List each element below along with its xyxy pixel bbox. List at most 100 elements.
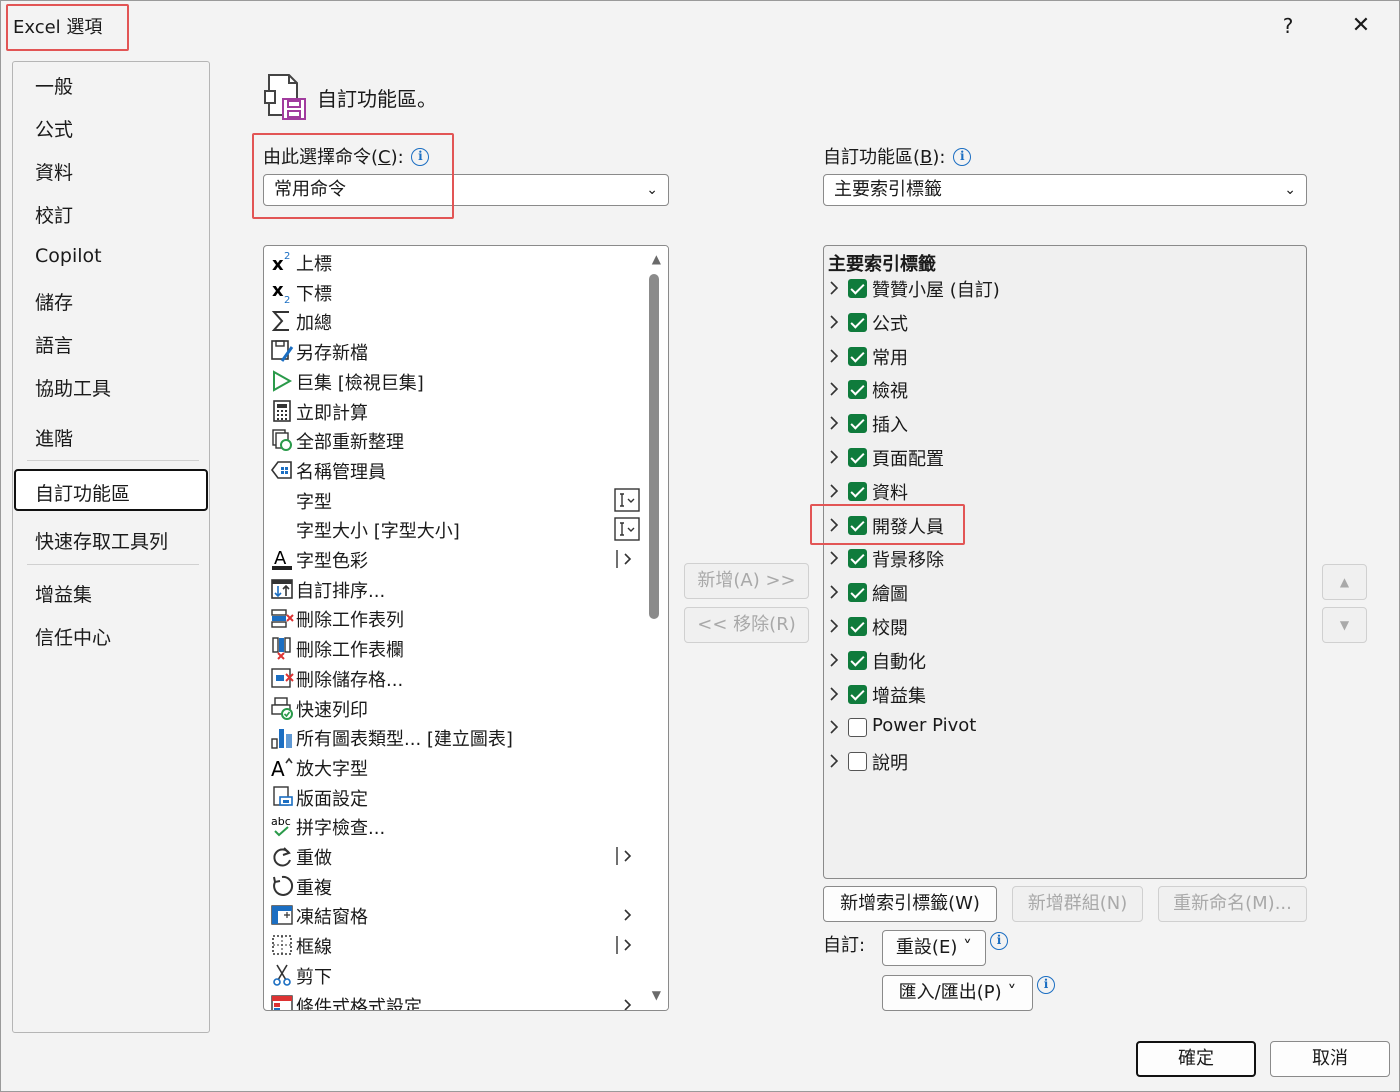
command-list-item[interactable]: x 2 下標 bbox=[268, 278, 648, 306]
new-group-button[interactable]: 新增群組(N) bbox=[1012, 886, 1143, 922]
ribbon-tab-item[interactable]: 背景移除 bbox=[828, 544, 1298, 574]
ribbon-tab-item[interactable]: 繪圖 bbox=[828, 578, 1298, 608]
command-list-item[interactable]: 名稱管理員 bbox=[268, 456, 648, 484]
chevron-right-icon[interactable] bbox=[828, 581, 842, 607]
chevron-right-icon[interactable] bbox=[828, 750, 842, 776]
command-list-item[interactable]: x 2 上標 bbox=[268, 248, 648, 276]
checkbox-checked[interactable] bbox=[848, 549, 867, 569]
command-list-item[interactable]: 重複 bbox=[268, 872, 648, 900]
checkbox-checked[interactable] bbox=[848, 414, 867, 434]
scroll-thumb[interactable] bbox=[649, 274, 659, 619]
checkbox-checked[interactable] bbox=[848, 684, 867, 704]
ribbon-tab-item[interactable]: 頁面配置 bbox=[828, 443, 1298, 473]
sidebar-item-general[interactable]: 一般 bbox=[35, 72, 73, 99]
rename-button[interactable]: 重新命名(M)... bbox=[1158, 886, 1307, 922]
checkbox-checked[interactable] bbox=[848, 448, 867, 467]
scroll-up-icon[interactable]: ▲ bbox=[652, 252, 661, 266]
cancel-button[interactable]: 取消 bbox=[1270, 1041, 1390, 1077]
command-list-item[interactable]: 快速列印 bbox=[268, 694, 648, 722]
ribbon-tab-item[interactable]: 說明 bbox=[828, 747, 1298, 777]
command-list-item[interactable]: A 字型色彩 bbox=[268, 545, 648, 573]
command-list-item[interactable]: 字型大小 [字型大小] bbox=[268, 515, 648, 543]
reset-dropdown-button[interactable]: 重設(E) ˅ bbox=[882, 930, 986, 966]
command-list-item[interactable]: 條件式格式設定 bbox=[268, 991, 648, 1010]
move-down-button[interactable]: ▼ bbox=[1322, 607, 1367, 643]
command-list-item[interactable]: 凍結窗格 bbox=[268, 901, 648, 929]
ribbon-tab-item[interactable]: 資料 bbox=[828, 477, 1298, 507]
sidebar-item-addins[interactable]: 增益集 bbox=[35, 580, 92, 607]
command-list-item[interactable]: 刪除儲存格... bbox=[268, 664, 648, 692]
sidebar-item-accessibility[interactable]: 協助工具 bbox=[35, 374, 111, 401]
chevron-right-icon[interactable] bbox=[828, 716, 842, 742]
chevron-right-icon[interactable] bbox=[828, 311, 842, 337]
checkbox-checked[interactable] bbox=[848, 346, 867, 366]
checkbox-checked[interactable] bbox=[848, 279, 867, 298]
ribbon-tab-item[interactable]: 贊贊小屋 (自訂) bbox=[828, 274, 1298, 304]
chevron-right-icon[interactable] bbox=[828, 615, 842, 641]
help-button[interactable]: ? bbox=[1273, 11, 1303, 41]
chevron-right-icon[interactable] bbox=[828, 547, 842, 573]
ribbon-tab-item[interactable]: 檢視 bbox=[828, 375, 1298, 405]
ribbon-tab-item[interactable]: 自動化 bbox=[828, 646, 1298, 676]
ok-button[interactable]: 確定 bbox=[1136, 1041, 1256, 1077]
command-list-item[interactable]: 刪除工作表列 bbox=[268, 604, 648, 632]
add-button[interactable]: 新增(A) >> bbox=[684, 563, 809, 599]
ribbon-tab-item[interactable]: 公式 bbox=[828, 308, 1298, 338]
info-icon[interactable]: i bbox=[1037, 976, 1055, 994]
info-icon[interactable]: i bbox=[953, 148, 972, 166]
new-tab-button[interactable]: 新增索引標籤(W) bbox=[823, 886, 997, 922]
list-scrollbar[interactable]: ▲ ▼ bbox=[640, 246, 668, 1010]
checkbox-checked[interactable] bbox=[848, 380, 867, 400]
ribbon-tab-item[interactable]: Power Pivot bbox=[828, 713, 1298, 743]
command-list-item[interactable]: 版面設定 bbox=[268, 783, 648, 811]
checkbox-checked[interactable] bbox=[848, 583, 867, 603]
command-list-item[interactable]: 加總 bbox=[268, 307, 648, 335]
sidebar-item-advanced[interactable]: 進階 bbox=[35, 424, 73, 451]
sidebar-item-data[interactable]: 資料 bbox=[35, 158, 73, 185]
chevron-right-icon[interactable] bbox=[828, 446, 842, 472]
close-button[interactable]: ✕ bbox=[1346, 11, 1376, 41]
checkbox-unchecked[interactable] bbox=[848, 752, 867, 772]
remove-button[interactable]: << 移除(R) bbox=[684, 607, 809, 643]
ribbon-tab-item[interactable]: 插入 bbox=[828, 409, 1298, 439]
command-list-item[interactable]: abc 拼字檢查... bbox=[268, 812, 648, 840]
sidebar-item-formulas[interactable]: 公式 bbox=[35, 115, 73, 142]
chevron-right-icon[interactable] bbox=[828, 683, 842, 709]
command-list-item[interactable]: 另存新檔 bbox=[268, 337, 648, 365]
commands-list[interactable]: x 2 上標 x 2 下標 加總 另存新檔 巨集 [檢視巨集] 立即計算 全部重新整理 名稱管理員 字型… bbox=[263, 245, 669, 1011]
sidebar-item-proofing[interactable]: 校訂 bbox=[35, 201, 73, 228]
chevron-right-icon[interactable] bbox=[828, 345, 842, 371]
checkbox-checked[interactable] bbox=[848, 617, 867, 636]
customize-ribbon-dropdown[interactable]: 主要索引標籤 ⌄ bbox=[823, 174, 1307, 206]
chevron-right-icon[interactable] bbox=[828, 277, 842, 303]
ribbon-tabs-tree[interactable]: 主要索引標籤 贊贊小屋 (自訂) 公式 常用 檢視 插入 頁面配置 資料 開發人員 背景移除 繪圖… bbox=[823, 245, 1307, 879]
move-up-button[interactable]: ▲ bbox=[1322, 564, 1367, 600]
sidebar-item-save[interactable]: 儲存 bbox=[35, 288, 73, 315]
chevron-right-icon[interactable] bbox=[828, 412, 842, 438]
command-list-item[interactable]: 剪下 bbox=[268, 961, 648, 989]
chevron-right-icon[interactable] bbox=[828, 378, 842, 404]
sidebar-item-trust-center[interactable]: 信任中心 bbox=[35, 623, 111, 650]
command-list-item[interactable]: 重做 bbox=[268, 842, 648, 870]
sidebar-item-quick-access-toolbar[interactable]: 快速存取工具列 bbox=[35, 527, 168, 554]
command-list-item[interactable]: 所有圖表類型... [建立圖表] bbox=[268, 723, 648, 751]
import-export-dropdown-button[interactable]: 匯入/匯出(P) ˅ bbox=[882, 975, 1033, 1011]
ribbon-tab-item[interactable]: 增益集 bbox=[828, 680, 1298, 710]
command-list-item[interactable]: 框線 bbox=[268, 931, 648, 959]
checkbox-checked[interactable] bbox=[848, 650, 867, 670]
checkbox-checked[interactable] bbox=[848, 481, 867, 501]
checkbox-unchecked[interactable] bbox=[848, 718, 867, 738]
sidebar-item-customize-ribbon[interactable]: 自訂功能區 bbox=[14, 469, 208, 511]
sidebar-item-language[interactable]: 語言 bbox=[35, 331, 73, 358]
command-list-item[interactable]: 巨集 [檢視巨集] bbox=[268, 367, 648, 395]
command-list-item[interactable]: 立即計算 bbox=[268, 397, 648, 425]
checkbox-checked[interactable] bbox=[848, 312, 867, 332]
command-list-item[interactable]: 全部重新整理 bbox=[268, 426, 648, 454]
scroll-down-icon[interactable]: ▼ bbox=[652, 988, 661, 1002]
sidebar-item-copilot[interactable]: Copilot bbox=[35, 245, 102, 267]
command-list-item[interactable]: 字型 bbox=[268, 486, 648, 514]
command-list-item[interactable]: 刪除工作表欄 bbox=[268, 634, 648, 662]
info-icon[interactable]: i bbox=[990, 932, 1008, 950]
chevron-right-icon[interactable] bbox=[828, 480, 842, 506]
ribbon-tab-item[interactable]: 校閱 bbox=[828, 612, 1298, 642]
